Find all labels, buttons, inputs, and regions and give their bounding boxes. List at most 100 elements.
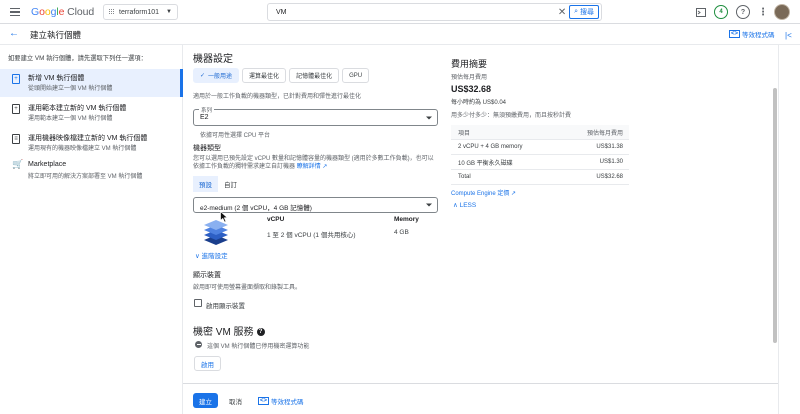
confidential-vm-status: 這個 VM 執行個體已停用機密運算功能: [207, 344, 310, 350]
search-button-label: 搜尋: [580, 9, 594, 16]
marketplace-icon: 🛒: [12, 159, 24, 169]
code-icon: <>: [729, 30, 741, 38]
tab-gpu[interactable]: GPU: [342, 68, 370, 83]
table-cell: US$32.68: [596, 174, 623, 180]
google-cloud-logo[interactable]: Google Cloud: [31, 6, 94, 18]
learn-more-link[interactable]: 瞭解詳情 ↗: [297, 164, 328, 170]
machine-type-mode: 預設 自訂: [193, 176, 243, 192]
sidebar-item-subtitle: 從頭開始建立一個 VM 執行個體: [28, 86, 113, 92]
page-header: ← 建立執行個體 <> 等效程式碼: [0, 24, 800, 45]
table-cell: US$31.38: [596, 144, 623, 150]
sidebar-item-title: Marketplace: [28, 161, 67, 168]
cost-summary-title: 費用摘要: [451, 59, 488, 69]
tab-label: 一般用途: [208, 74, 233, 80]
vcpu-value: 1 至 2 個 vCPU (1 個共用核心): [267, 232, 356, 239]
sidebar-item-subtitle: 運用現有的機器映像檔建立 VM 執行個體: [28, 146, 137, 152]
sidebar-item-subtitle: 運用範本建立一個 VM 執行個體: [28, 116, 113, 122]
sidebar-intro: 如要建立 VM 執行個體，請先選取下列任一選項：: [8, 55, 147, 62]
help-icon[interactable]: ?: [736, 5, 750, 19]
avatar[interactable]: [774, 4, 790, 20]
back-arrow-icon[interactable]: ←: [9, 28, 19, 39]
dropdown-caret-icon: [426, 203, 432, 207]
table-cell: Total: [458, 174, 471, 180]
memory-value: 4 GB: [394, 229, 409, 236]
series-select[interactable]: 系列 E2: [193, 106, 438, 126]
help-icon[interactable]: ?: [256, 328, 265, 337]
creation-options-sidebar: 如要建立 VM 執行個體，請先選取下列任一選項： + 新增 VM 執行個體 從頭…: [0, 45, 183, 414]
table-row: Total US$32.68: [451, 170, 629, 185]
advanced-settings-label: 進階設定: [201, 253, 228, 260]
cloud-shell-icon[interactable]: [694, 5, 708, 19]
series-help: 依據可用性選擇 CPU 平台: [200, 133, 271, 139]
display-device-title: 顯示裝置: [193, 272, 221, 279]
tab-description: 適用於一般工作負載的機器類型，已針對費用和彈性進行最佳化: [193, 94, 362, 100]
column-header: 預估每月費用: [586, 130, 623, 137]
sidebar-item-title: 運用機器映像檔建立新的 VM 執行個體: [28, 135, 148, 142]
sidebar-item-from-machine-image[interactable]: ≡ 運用機器映像檔建立新的 VM 執行個體 運用現有的機器映像檔建立 VM 執行…: [0, 129, 183, 157]
project-dots-icon: [109, 9, 115, 15]
vcpu-header: vCPU: [267, 216, 285, 223]
tab-memory-optimized[interactable]: 記憶體最佳化: [289, 68, 340, 83]
scrollbar-thumb[interactable]: [773, 88, 777, 343]
less-toggle[interactable]: ∧ LESS: [453, 201, 476, 209]
plus-icon: +: [12, 74, 20, 84]
machine-type-value: e2-medium (2 個 vCPU，4 GB 記憶體): [200, 205, 312, 212]
display-device-checkbox[interactable]: [194, 299, 202, 307]
search-button[interactable]: ⌕ 搜尋: [569, 5, 599, 19]
display-device-checkbox-label[interactable]: 啟用顯示裝置: [206, 300, 245, 310]
cancel-button[interactable]: 取消: [229, 393, 242, 408]
confidential-vm-title-text: 機密 VM 服務: [193, 327, 254, 338]
display-device-description: 啟用即可使用螢幕畫面擷取和錄製工具。: [193, 285, 302, 291]
series-label: 系列: [199, 106, 215, 114]
sidebar-item-marketplace[interactable]: 🛒 Marketplace 將立即可用的解決方案部署至 VM 執行個體: [0, 157, 183, 185]
monthly-estimate-value: US$32.68: [451, 84, 492, 94]
project-picker[interactable]: terraform101 ▼: [103, 4, 178, 20]
compute-engine-pricing-link[interactable]: Compute Engine 定價 ↗: [451, 188, 516, 197]
machine-type-select[interactable]: e2-medium (2 個 vCPU，4 GB 記憶體): [193, 197, 438, 213]
machine-stack-icon: [204, 220, 228, 245]
tab-label: 記憶體最佳化: [296, 74, 333, 80]
right-rail: |<: [778, 31, 800, 414]
chevron-down-icon: ∨: [195, 253, 200, 260]
hourly-estimate: 每小時約為 US$0.04: [451, 100, 507, 106]
search-icon: ⌕: [574, 8, 578, 15]
table-cell: 10 GB 平衡永久磁碟: [458, 160, 513, 167]
column-header: 項目: [458, 130, 471, 137]
machine-family-tabs: ✓ 一般用途 運算最佳化 記憶體最佳化 GPU: [193, 68, 370, 83]
dropdown-caret-icon: [426, 116, 432, 119]
clear-search-icon[interactable]: ✕: [555, 7, 569, 18]
confidential-vm-title: 機密 VM 服務?: [193, 323, 265, 338]
enable-confidential-button[interactable]: 啟用: [194, 356, 221, 371]
table-cell: US$1.30: [599, 159, 623, 165]
notification-badge[interactable]: 4: [714, 5, 728, 19]
chevron-down-icon: ▼: [166, 9, 172, 15]
sidebar-item-new-vm[interactable]: + 新增 VM 執行個體 從頭開始建立一個 VM 執行個體: [0, 69, 183, 97]
machine-type-title: 機器類型: [193, 145, 221, 152]
create-button[interactable]: 建立: [193, 393, 218, 408]
tab-compute-optimized[interactable]: 運算最佳化: [242, 68, 287, 83]
search-input[interactable]: [268, 4, 556, 20]
page-title: 建立執行個體: [30, 30, 82, 40]
equivalent-code-button[interactable]: <> 等效程式碼: [258, 393, 304, 408]
sidebar-item-title: 新增 VM 執行個體: [28, 75, 85, 82]
more-vert-icon[interactable]: ⋮: [756, 5, 770, 19]
series-value: E2: [200, 114, 209, 121]
equivalent-code-link[interactable]: <> 等效程式碼: [729, 29, 775, 39]
mode-custom[interactable]: 自訂: [218, 176, 243, 192]
machine-image-icon: ≡: [12, 134, 20, 144]
sidebar-item-subtitle: 將立即可用的解決方案部署至 VM 執行個體: [28, 174, 143, 180]
main-menu-icon[interactable]: [9, 6, 21, 18]
disabled-status-icon: [195, 341, 202, 348]
mode-preset[interactable]: 預設: [193, 176, 218, 192]
equivalent-code-label: 等效程式碼: [742, 32, 775, 39]
advanced-settings-toggle[interactable]: ∨ 進階設定: [195, 250, 228, 260]
template-icon: +: [12, 104, 20, 114]
collapse-panel-icon[interactable]: |<: [785, 31, 792, 40]
project-name: terraform101: [119, 8, 160, 16]
machine-config-title: 機器設定: [193, 54, 233, 65]
sidebar-item-from-template[interactable]: + 運用範本建立新的 VM 執行個體 運用範本建立一個 VM 執行個體: [0, 99, 183, 127]
sidebar-item-title: 運用範本建立新的 VM 執行個體: [28, 105, 127, 112]
memory-header: Memory: [394, 216, 419, 223]
tab-general-purpose[interactable]: ✓ 一般用途: [193, 68, 240, 83]
equivalent-code-label: 等效程式碼: [271, 398, 304, 406]
